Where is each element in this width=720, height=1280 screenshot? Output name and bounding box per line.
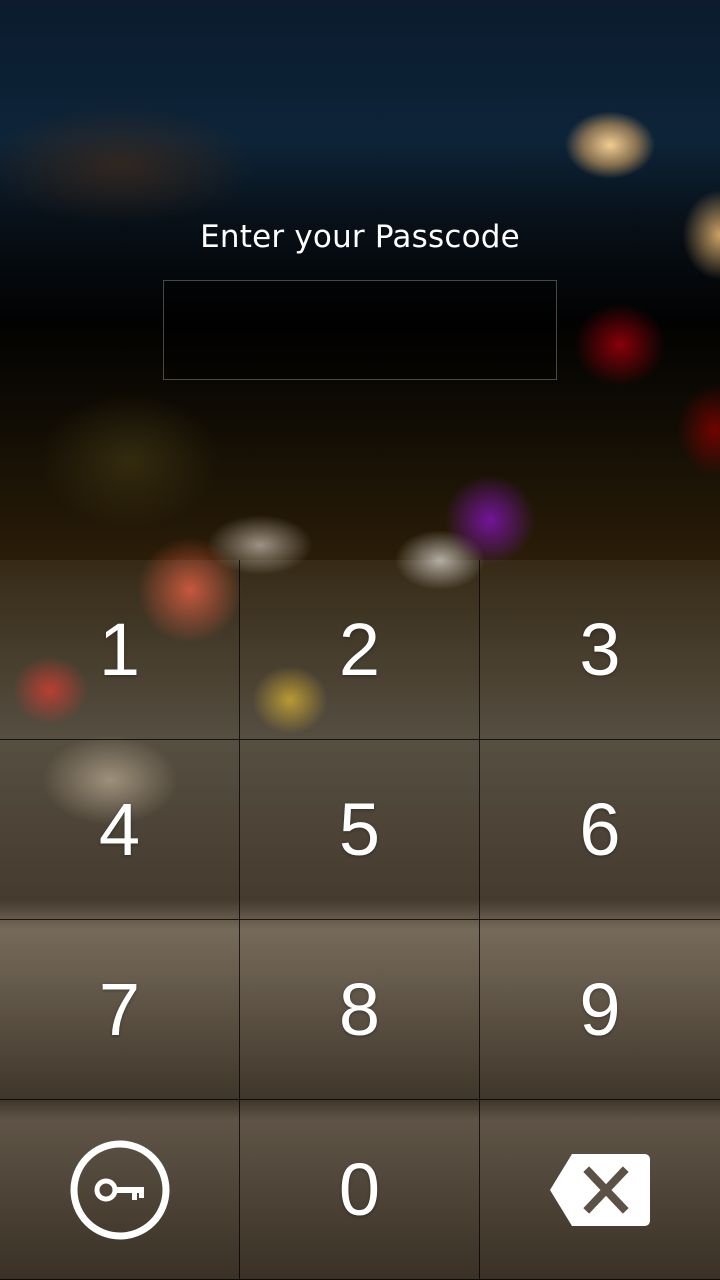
key-2-button[interactable]: 2: [240, 560, 480, 740]
backspace-icon: [548, 1152, 652, 1228]
key-4-button[interactable]: 4: [0, 740, 240, 920]
key-7-label: 7: [98, 967, 141, 1051]
key-6-label: 6: [579, 787, 621, 871]
passcode-prompt: Enter your Passcode: [200, 219, 520, 255]
unlock-key-button[interactable]: [0, 1100, 240, 1280]
key-8-label: 8: [338, 967, 381, 1051]
passcode-field[interactable]: [163, 280, 557, 380]
key-3-button[interactable]: 3: [480, 560, 720, 740]
key-3-label: 3: [579, 607, 621, 691]
key-1-label: 1: [98, 607, 141, 691]
key-0-button[interactable]: 0: [240, 1100, 480, 1280]
key-6-button[interactable]: 6: [480, 740, 720, 920]
key-9-button[interactable]: 9: [480, 920, 720, 1100]
key-0-label: 0: [338, 1147, 381, 1231]
key-2-label: 2: [338, 607, 381, 691]
numeric-keypad: 1 2 3 4 5 6 7 8 9 0: [0, 560, 720, 1280]
key-4-label: 4: [98, 787, 141, 871]
key-icon: [68, 1138, 172, 1242]
key-8-button[interactable]: 8: [240, 920, 480, 1100]
key-7-button[interactable]: 7: [0, 920, 240, 1100]
key-9-label: 9: [579, 967, 621, 1051]
backspace-button[interactable]: [480, 1100, 720, 1280]
key-5-button[interactable]: 5: [240, 740, 480, 920]
key-1-button[interactable]: 1: [0, 560, 240, 740]
key-5-label: 5: [338, 787, 381, 871]
